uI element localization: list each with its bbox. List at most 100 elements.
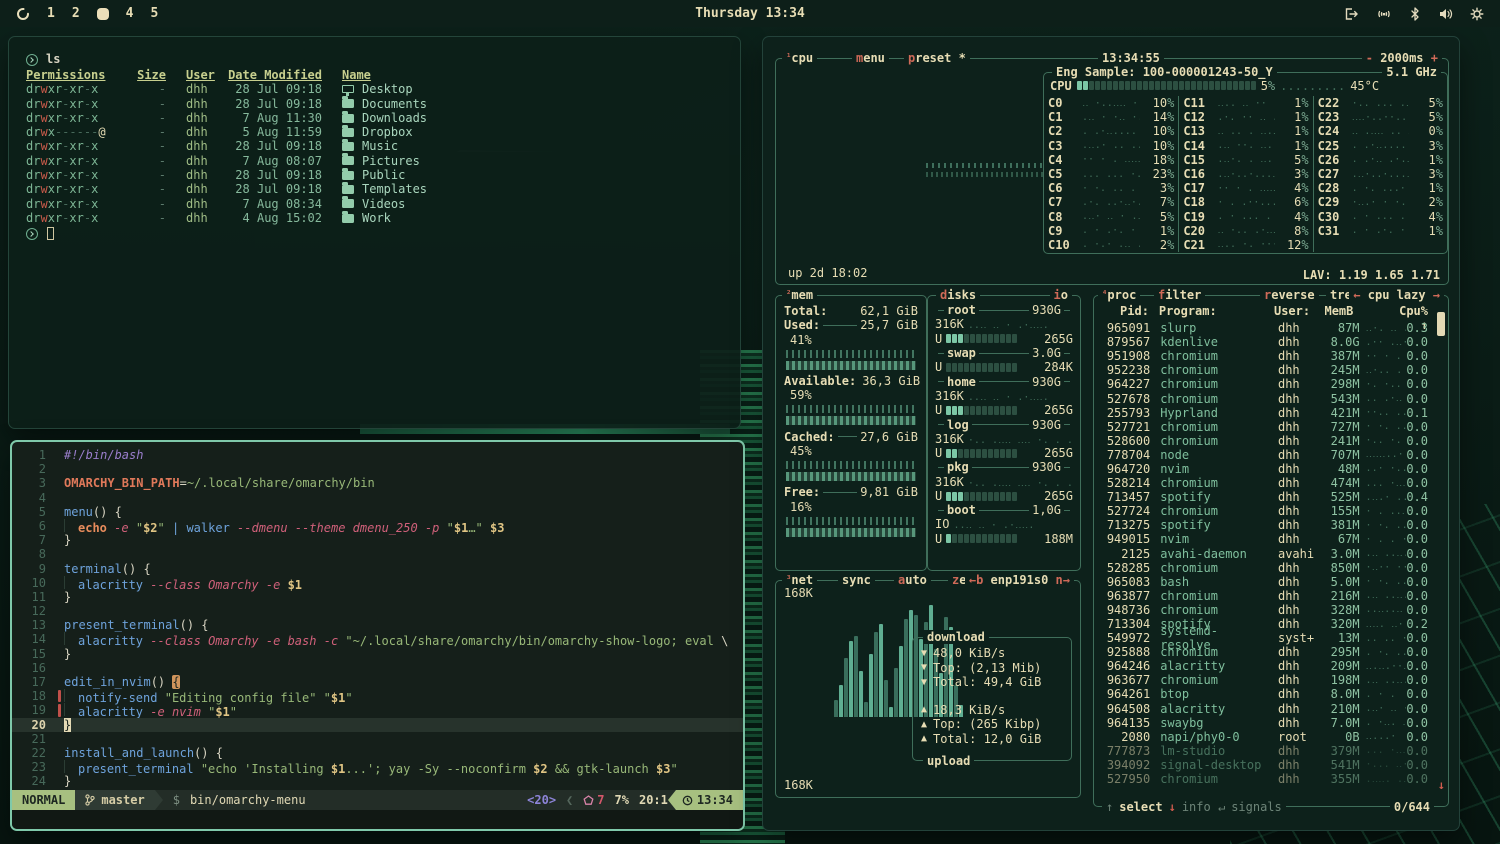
mem-stat-free: Free:9,81 GiB [784,485,918,499]
code-line-3[interactable]: 3OMARCHY_BIN_PATH=~/.local/share/omarchy… [12,476,743,490]
process-row[interactable]: 948736chromiumdhh328M..‥..‥ .. 0.0 [1102,603,1442,617]
process-row[interactable]: 528285chromiumdhh850M ·‥·· ·· 0.0 [1102,561,1442,575]
folder-icon [342,214,354,223]
workspace-4[interactable]: 4 [126,6,134,21]
process-row[interactable]: 777873lm-studiodhh379M... ·‥‥.. 0.0 [1102,744,1442,758]
process-row[interactable]: 964246alacrittydhh209M‥.‥.··‥‥‥ 0.0 [1102,659,1442,673]
system-monitor-window[interactable]: ¹cpu menu preset * 13:34:55 - 2000ms + E… [762,36,1460,831]
workspace-2[interactable]: 2 [72,6,80,21]
code-line-16[interactable]: 16 [12,661,743,675]
process-row[interactable]: 255793Hyprlanddhh421M ··.. .. 0.1 [1102,406,1442,420]
editor-window-nvim[interactable]: 1#!/bin/bash23OMARCHY_BIN_PATH=~/.local/… [10,440,745,831]
bluetooth-icon[interactable] [1409,7,1421,21]
process-row[interactable]: 549972systemd-resolvesyst+13M.. .. · ..0… [1102,631,1442,645]
process-row[interactable]: 2080napi/phy0-0root0B ‥...·0.0 [1102,730,1442,744]
tab-disks[interactable]: disks [936,288,980,302]
process-row[interactable]: 952238chromiumdhh245M‥·.. . . 0.0 [1102,363,1442,377]
process-row[interactable]: 394092signal-desktopdhh541M ·... ‥· 0.0 [1102,758,1442,772]
terminal-cursor[interactable] [47,227,54,240]
code-line-2[interactable]: 2 [12,462,743,476]
tab-preset[interactable]: preset * [904,51,970,65]
code-line-13[interactable]: 13present_terminal() { [12,618,743,632]
tab-io[interactable]: io [1050,288,1072,302]
network-icon[interactable] [1376,7,1392,21]
code-line-5[interactable]: 5menu() { [12,505,743,519]
workspace-5[interactable]: 5 [150,6,158,21]
process-row[interactable]: 713275spotifydhh381M· ·. .. .0.0 [1102,518,1442,532]
code-line-12[interactable]: 12 [12,604,743,618]
process-row[interactable]: 528214chromiumdhh474M... ·‥‥.. 0.0 [1102,476,1442,490]
code-line-20[interactable]: 20} [12,718,743,732]
process-row[interactable]: 951908chromiumdhh387M·· · . ‥‥0.0 [1102,349,1442,363]
tab-cpu[interactable]: ¹cpu [782,51,817,65]
code-line-10[interactable]: 10alacritty --class Omarchy -e $1 [12,576,743,590]
network-interface[interactable]: ←b enp191s0 n→ [965,573,1074,587]
folder-icon [342,142,354,151]
process-row[interactable]: 963677chromiumdhh198M.‥ ..‥. ‥.0.0 [1102,673,1442,687]
process-row[interactable]: 925888chromiumdhh295M . ·. ...·0.0 [1102,645,1442,659]
process-row[interactable]: 963877chromiumdhh216M.‥ ..‥. ‥.0.0 [1102,589,1442,603]
code-line-9[interactable]: 9terminal() { [12,562,743,576]
terminal-window-files[interactable]: ls PermissionsSizeUserDate ModifiedNamed… [8,36,741,429]
code-line-1[interactable]: 1#!/bin/bash [12,448,743,462]
code-line-7[interactable]: 7} [12,533,743,547]
process-row[interactable]: 879567kdenlivedhh8.0G.·· .‥· ‥0.0 [1102,335,1442,349]
process-row[interactable]: 527724chromiumdhh155M· . ..‥ 0.0 [1102,504,1442,518]
workspace-1[interactable]: 1 [47,6,55,21]
process-row[interactable]: 964720nvimdhh48M..· ·....·0.0 [1102,462,1442,476]
mode-indicator: NORMAL [12,790,75,810]
process-table-header[interactable]: Pid: Program: User: MemB Cpu% ↑ [1102,304,1442,319]
tab-auto[interactable]: auto [894,573,931,587]
code-line-4[interactable]: 4 [12,491,743,505]
process-row[interactable]: 527678chromiumdhh543M.. .·‥ ‥ .0.0 [1102,391,1442,405]
tab-menu[interactable]: menu [852,51,889,65]
code-line-18[interactable]: 18notify-send "Editing config file" "$1" [12,689,743,703]
code-line-14[interactable]: 14alacritty --class Omarchy -e bash -c "… [12,632,743,646]
process-row[interactable]: 528600chromiumdhh241M·.. ·. . ‥0.0 [1102,434,1442,448]
scrollbar-thumb[interactable] [1437,312,1445,336]
info-action[interactable]: info ↵ [1182,800,1225,814]
refresh-interval[interactable]: - 2000ms + [1362,51,1442,65]
code-line-21[interactable]: 21 [12,732,743,746]
process-row[interactable]: 778704nodedhh707M‥‥‥..· ..0.0 [1102,448,1442,462]
process-row[interactable]: 964508alacrittydhh210M.‥· ‥ · .0.0 [1102,702,1442,716]
code-line-11[interactable]: 11} [12,590,743,604]
process-row[interactable]: 949015nvimdhh67M · . . ·0.0 [1102,532,1442,546]
workspace-3[interactable] [97,8,109,20]
code-line-17[interactable]: 17edit_in_nvim() { [12,675,743,689]
tab-mem[interactable]: ²mem [782,288,817,302]
code-line-24[interactable]: 24} [12,774,743,788]
process-row[interactable]: 965091slurpdhh87M ‥·. ‥ .0.3 [1102,321,1442,335]
process-row[interactable]: 965083bashdhh5.0M· ·. .. .0.0 [1102,575,1442,589]
signals-action[interactable]: signals [1231,800,1282,814]
statusline-right: <20> ❮ 7 7% 20:1 [527,793,668,807]
process-row[interactable]: 713457spotifydhh525M.‥.· .. 0.4 [1102,490,1442,504]
select-action[interactable]: select [1119,800,1162,814]
code-line-8[interactable]: 8 [12,547,743,561]
tab-net[interactable]: ³net [782,573,817,587]
omarchy-logo-icon[interactable] [16,7,30,21]
tab-proc[interactable]: ⁴proc [1098,288,1140,302]
tab-cpu-lazy[interactable]: ← cpu lazy → [1349,288,1444,302]
tab-filter[interactable]: filter [1154,288,1205,302]
settings-icon[interactable] [1470,7,1484,21]
code-line-15[interactable]: 15} [12,647,743,661]
code-area[interactable]: 1#!/bin/bash23OMARCHY_BIN_PATH=~/.local/… [12,442,743,789]
scroll-down-icon[interactable]: ↓ [1438,778,1445,792]
process-row[interactable]: 2125avahi-daemonavahi3.0M.‥ ..‥. ‥.0.0 [1102,547,1442,561]
process-row[interactable]: 527950chromiumdhh355M .‥‥. .‥0.0 [1102,772,1442,786]
prompt-row-empty [26,226,740,241]
process-row[interactable]: 964227chromiumdhh298M·. ·.. ..0.0 [1102,377,1442,391]
upload-top: ▲Top: (265 Kibp) [921,717,1063,732]
process-row[interactable]: 964261btopdhh8.0M . · .0.0 [1102,687,1442,701]
process-row[interactable]: 964135swaybgdhh7.0M . ·‥. ‥ 0.0 [1102,716,1442,730]
code-line-22[interactable]: 22install_and_launch() { [12,746,743,760]
code-line-23[interactable]: 23present_terminal "echo 'Installing $1.… [12,760,743,774]
tab-reverse[interactable]: reverse [1260,288,1319,302]
logout-icon[interactable] [1344,7,1359,21]
code-line-6[interactable]: 6echo -e "$2" | walker --dmenu --theme d… [12,519,743,533]
code-line-19[interactable]: 19alacritty -e nvim "$1" [12,703,743,717]
process-row[interactable]: 527721chromiumdhh727M· ·. .. .0.0 [1102,420,1442,434]
tab-sync[interactable]: sync [838,573,875,587]
volume-icon[interactable] [1438,7,1453,21]
